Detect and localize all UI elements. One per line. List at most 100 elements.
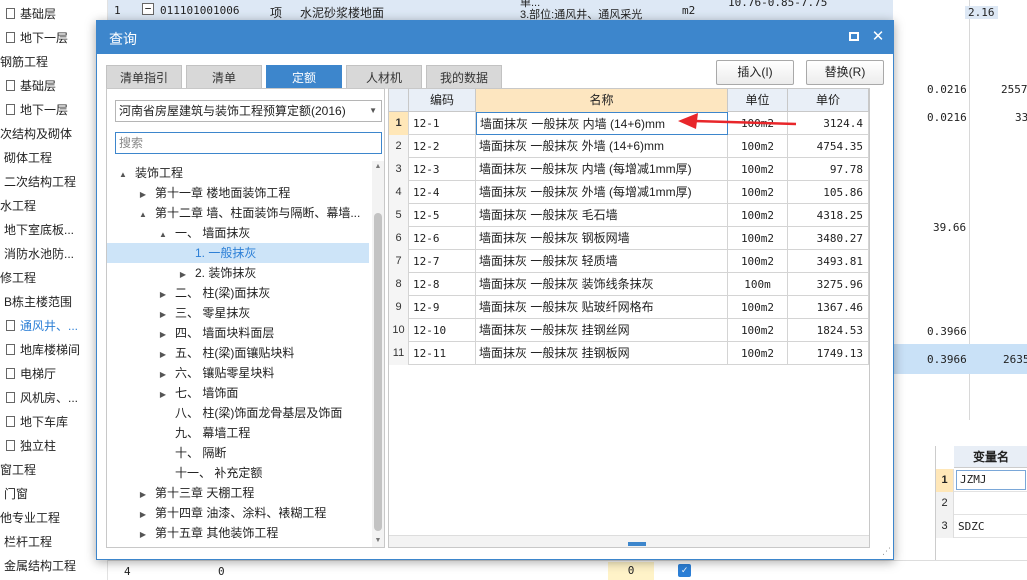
- sidebar-item[interactable]: 地下车库: [6, 411, 68, 433]
- expand-icon[interactable]: ▶: [137, 505, 149, 525]
- quota-price[interactable]: 4318.25: [788, 204, 869, 227]
- tree-node[interactable]: ▲ 装饰工程: [107, 163, 369, 183]
- insert-button[interactable]: 插入(I): [716, 60, 794, 85]
- expand-icon[interactable]: ▶: [157, 345, 169, 365]
- tree-node[interactable]: 九、 幕墙工程: [107, 423, 369, 443]
- quota-library-select[interactable]: 河南省房屋建筑与装饰工程预算定额(2016) ▼: [115, 100, 382, 122]
- tree-node[interactable]: ▶ 三、 零星抹灰: [107, 303, 369, 323]
- tab-my-data[interactable]: 我的数据: [426, 65, 502, 89]
- sidebar-item[interactable]: 风机房、...: [6, 387, 78, 409]
- sidebar-item[interactable]: 通风井、...: [6, 315, 78, 337]
- quota-unit[interactable]: 100m2: [728, 135, 788, 158]
- sidebar-item[interactable]: 次结构及砌体: [0, 123, 72, 145]
- row-number[interactable]: 3: [389, 158, 409, 181]
- tree-node[interactable]: ▲ 第十二章 墙、柱面装饰与隔断、幕墙...: [107, 203, 369, 223]
- close-icon[interactable]: ✕: [870, 29, 886, 45]
- quota-name[interactable]: 墙面抹灰 一般抹灰 内墙 (每增减1mm厚): [476, 158, 728, 181]
- expand-icon[interactable]: ▶: [177, 265, 189, 285]
- quota-code[interactable]: 12-6: [409, 227, 476, 250]
- quota-unit[interactable]: 100m2: [728, 112, 788, 135]
- expand-icon[interactable]: ▶: [157, 285, 169, 305]
- collapse-icon[interactable]: ▲: [117, 165, 129, 185]
- expand-icon[interactable]: ▶: [157, 305, 169, 325]
- tree-node[interactable]: ▶ 四、 墙面块料面层: [107, 323, 369, 343]
- quota-price[interactable]: 1824.53: [788, 319, 869, 342]
- replace-button[interactable]: 替换(R): [806, 60, 884, 85]
- row-number[interactable]: 2: [389, 135, 409, 158]
- sidebar-item[interactable]: 钢筋工程: [0, 51, 48, 73]
- tree-node[interactable]: ▶ 第十三章 天棚工程: [107, 483, 369, 503]
- tree-node[interactable]: 十一、 补充定额: [107, 463, 369, 483]
- quota-name[interactable]: 墙面抹灰 一般抹灰 外墙 (每增减1mm厚): [476, 181, 728, 204]
- quota-unit[interactable]: 100m2: [728, 342, 788, 365]
- quota-price[interactable]: 1367.46: [788, 296, 869, 319]
- variable-row[interactable]: 1 JZMJ: [936, 469, 1027, 492]
- quota-code[interactable]: 12-4: [409, 181, 476, 204]
- table-row[interactable]: 6 12-6 墙面抹灰 一般抹灰 钢板网墙 100m2 3480.27: [389, 227, 869, 250]
- sidebar-item[interactable]: 窗工程: [0, 459, 36, 481]
- quota-unit[interactable]: 100m2: [728, 158, 788, 181]
- quota-unit[interactable]: 100m2: [728, 250, 788, 273]
- table-row[interactable]: 5 12-5 墙面抹灰 一般抹灰 毛石墙 100m2 4318.25: [389, 204, 869, 227]
- row-number[interactable]: 8: [389, 273, 409, 296]
- tree-node[interactable]: 十、 隔断: [107, 443, 369, 463]
- quota-code[interactable]: 12-2: [409, 135, 476, 158]
- collapse-icon[interactable]: ▲: [157, 225, 169, 245]
- tree-node[interactable]: ▶ 五、 柱(梁)面镶贴块料: [107, 343, 369, 363]
- quota-name[interactable]: 墙面抹灰 一般抹灰 挂钢丝网: [476, 319, 728, 342]
- quota-price[interactable]: 97.78: [788, 158, 869, 181]
- sidebar-item[interactable]: 消防水池防...: [4, 243, 74, 265]
- dialog-titlebar[interactable]: 查询 ✕: [97, 21, 893, 54]
- tab-list[interactable]: 清单: [186, 65, 262, 89]
- quota-code[interactable]: 12-3: [409, 158, 476, 181]
- table-row[interactable]: 4 12-4 墙面抹灰 一般抹灰 外墙 (每增减1mm厚) 100m2 105.86: [389, 181, 869, 204]
- quota-name[interactable]: 墙面抹灰 一般抹灰 外墙 (14+6)mm: [476, 135, 728, 158]
- quota-code[interactable]: 12-10: [409, 319, 476, 342]
- quota-price[interactable]: 3480.27: [788, 227, 869, 250]
- header-code[interactable]: 编码: [409, 89, 476, 112]
- table-row[interactable]: 10 12-10 墙面抹灰 一般抹灰 挂钢丝网 100m2 1824.53: [389, 319, 869, 342]
- table-row[interactable]: 7 12-7 墙面抹灰 一般抹灰 轻质墙 100m2 3493.81: [389, 250, 869, 273]
- tree-node[interactable]: 八、 柱(梁)饰面龙骨基层及饰面: [107, 403, 369, 423]
- quota-price[interactable]: 105.86: [788, 181, 869, 204]
- sidebar-item[interactable]: 门窗: [4, 483, 28, 505]
- table-row[interactable]: 3 12-3 墙面抹灰 一般抹灰 内墙 (每增减1mm厚) 100m2 97.78: [389, 158, 869, 181]
- sidebar-item[interactable]: 栏杆工程: [4, 531, 52, 553]
- tree-node[interactable]: ▶ 第十四章 油漆、涂料、裱糊工程: [107, 503, 369, 523]
- row-number[interactable]: 6: [389, 227, 409, 250]
- maximize-icon[interactable]: [846, 29, 862, 45]
- tab-quota[interactable]: 定额: [266, 65, 342, 89]
- quota-name[interactable]: 墙面抹灰 一般抹灰 挂钢板网: [476, 342, 728, 365]
- variable-name[interactable]: JZMJ: [956, 470, 1026, 490]
- tab-list-guide[interactable]: 清单指引: [106, 65, 182, 89]
- quota-unit[interactable]: 100m2: [728, 319, 788, 342]
- expand-icon[interactable]: ▶: [137, 185, 149, 205]
- row-number[interactable]: 1: [389, 112, 409, 135]
- quota-price[interactable]: 3124.4: [788, 112, 869, 135]
- table-row[interactable]: 2 12-2 墙面抹灰 一般抹灰 外墙 (14+6)mm 100m2 4754.35: [389, 135, 869, 158]
- collapse-icon[interactable]: ▲: [137, 205, 149, 225]
- quota-code[interactable]: 12-5: [409, 204, 476, 227]
- tree-node[interactable]: ▶ 第十五章 其他装饰工程: [107, 523, 369, 543]
- tree-node[interactable]: ▶ 2. 装饰抹灰: [107, 263, 369, 283]
- variable-name[interactable]: SDZC: [958, 515, 985, 538]
- sidebar-item[interactable]: 地库楼梯间: [6, 339, 80, 361]
- sidebar-item[interactable]: 水工程: [0, 195, 36, 217]
- quota-name[interactable]: 墙面抹灰 一般抹灰 钢板网墙: [476, 227, 728, 250]
- quota-unit[interactable]: 100m2: [728, 296, 788, 319]
- row-number[interactable]: 5: [389, 204, 409, 227]
- tab-labor-material-machine[interactable]: 人材机: [346, 65, 422, 89]
- sidebar-item[interactable]: 地下室底板...: [4, 219, 74, 241]
- variable-row[interactable]: 2: [936, 492, 1027, 515]
- scroll-up-icon[interactable]: ▲: [372, 161, 384, 173]
- quota-unit[interactable]: 100m: [728, 273, 788, 296]
- tree-node[interactable]: ▶ 七、 墙饰面: [107, 383, 369, 403]
- sidebar-item[interactable]: 电梯厅: [6, 363, 56, 385]
- collapse-toggle[interactable]: −: [142, 3, 154, 15]
- expand-icon[interactable]: ▶: [157, 325, 169, 345]
- expand-icon[interactable]: ▶: [157, 385, 169, 405]
- tree-node[interactable]: ▶ 六、 镶贴零星块料: [107, 363, 369, 383]
- sidebar-item[interactable]: 地下一层: [6, 27, 68, 49]
- sidebar-item[interactable]: 二次结构工程: [4, 171, 76, 193]
- search-input[interactable]: 搜索: [115, 132, 382, 154]
